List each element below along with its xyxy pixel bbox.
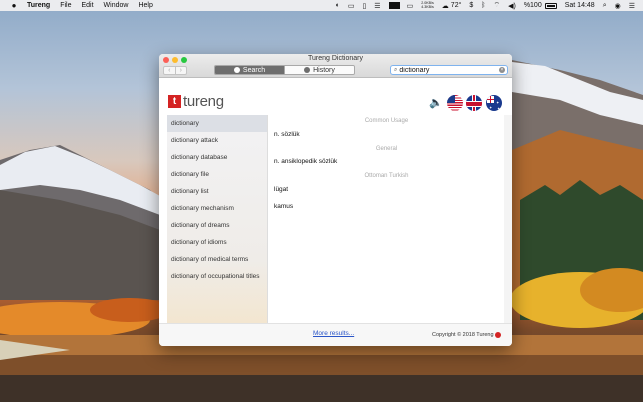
more-results-link[interactable]: More results... (313, 330, 354, 337)
menu-window[interactable]: Window (104, 2, 129, 9)
copyright-text: Copyright © 2018 Tureng (432, 332, 494, 338)
spotlight-icon[interactable]: ⌕ (603, 2, 607, 10)
search-icon: ⌕ (394, 66, 398, 73)
temperature-text[interactable]: 72° (451, 2, 462, 9)
result-entry[interactable]: kamus (274, 203, 293, 210)
tureng-footer-logo-icon (495, 332, 501, 338)
menu-edit[interactable]: Edit (81, 2, 93, 9)
tab-history-label: History (313, 66, 335, 74)
dark-box-icon[interactable] (388, 2, 400, 9)
contrast-icon[interactable]: ◐ (336, 2, 340, 9)
sidebar-item-dictionary-list[interactable]: dictionary list (167, 183, 267, 200)
battery-percent-text[interactable]: %100 (524, 2, 542, 9)
history-clock-icon (304, 67, 311, 73)
display-icon[interactable]: ▭ (348, 2, 355, 10)
tureng-logo-text: tureng (183, 93, 224, 110)
forward-button[interactable]: › (176, 67, 187, 74)
scroll-gutter (504, 115, 512, 323)
clock-text[interactable]: Sat 14:48 (565, 2, 595, 9)
sidebar-item-dictionary-mechanism[interactable]: dictionary mechanism (167, 200, 267, 217)
tureng-logo-mark: t (168, 95, 181, 108)
result-entry[interactable]: lügat (274, 186, 288, 193)
siri-icon[interactable]: ◉ (615, 2, 621, 10)
network-speed[interactable]: 2.0KB/s 4.3KB/s (421, 1, 434, 9)
suggestions-sidebar: dictionary dictionary attack dictionary … (167, 115, 267, 323)
clear-search-icon[interactable]: × (499, 67, 505, 73)
window-title: Tureng Dictionary (308, 55, 363, 62)
category-common-usage: Common Usage (364, 118, 409, 124)
volume-icon[interactable]: ◀) (508, 2, 516, 10)
sidebar-item-dictionary-of-idioms[interactable]: dictionary of idioms (167, 234, 267, 251)
sidebar-item-dictionary-attack[interactable]: dictionary attack (167, 132, 267, 149)
tab-search-label: Search (242, 66, 266, 74)
wifi-icon[interactable]: ⌔ (494, 1, 501, 10)
notification-center-icon[interactable]: ☰ (629, 2, 635, 10)
dictionary-header: t tureng 🔈 ✦ ✦ ✦ (159, 79, 512, 115)
battery-small-icon[interactable]: ▭ (407, 2, 414, 10)
result-entry[interactable]: n. sözlük (274, 131, 300, 138)
nav-buttons: ‹ › (163, 66, 187, 75)
sidebar-item-dictionary-file[interactable]: dictionary file (167, 166, 267, 183)
bluetooth-icon[interactable]: ᛒ (481, 2, 485, 9)
apple-icon[interactable]: ● (10, 1, 18, 10)
search-tab-icon (233, 67, 240, 73)
australia-flag-icon[interactable]: ✦ ✦ ✦ (486, 95, 502, 111)
speaker-icon[interactable]: 🔈 (429, 96, 443, 109)
menu-bar: ● Tureng File Edit Window Help ◐ ▭ ▯ ☰ ▭… (0, 0, 643, 11)
tab-history[interactable]: History (284, 66, 354, 74)
tureng-logo: t tureng (168, 93, 224, 110)
currency-icon[interactable]: $ (469, 2, 473, 9)
window-titlebar[interactable]: Tureng Dictionary ‹ › Search History ⌕ × (159, 54, 512, 78)
us-flag-icon[interactable] (447, 95, 463, 111)
weather-icon[interactable]: ☁ (442, 2, 449, 10)
menu-file[interactable]: File (60, 2, 71, 9)
sidebar-item-dictionary-of-occupational-titles[interactable]: dictionary of occupational titles (167, 268, 267, 285)
menu-help[interactable]: Help (138, 2, 152, 9)
phone-icon[interactable]: ▯ (362, 2, 366, 10)
results-panel: Common Usage n. sözlük General n. ansikl… (267, 115, 504, 323)
result-entry[interactable]: n. ansiklopedik sözlük (274, 158, 337, 165)
sidebar-item-dictionary-of-medical-terms[interactable]: dictionary of medical terms (167, 251, 267, 268)
menu-app-name[interactable]: Tureng (27, 2, 50, 9)
window-footer: More results... Copyright © 2018 Tureng (159, 323, 512, 346)
back-button[interactable]: ‹ (164, 67, 176, 74)
net-down-text: 4.3KB/s (421, 4, 434, 9)
sidebar-item-dictionary[interactable]: dictionary (167, 115, 267, 132)
view-segmented-control: Search History (214, 65, 355, 75)
category-general: General (375, 146, 398, 152)
status-area: ◐ ▭ ▯ ☰ ▭ 2.0KB/s 4.3KB/s ☁ 72° $ ᛒ ⌔ ◀)… (336, 0, 643, 11)
search-field: ⌕ × (390, 65, 508, 75)
uk-flag-icon[interactable] (466, 95, 482, 111)
tureng-window: Tureng Dictionary ‹ › Search History ⌕ ×… (159, 54, 512, 346)
category-ottoman-turkish: Ottoman Turkish (364, 173, 409, 179)
sidebar-item-dictionary-of-dreams[interactable]: dictionary of dreams (167, 217, 267, 234)
list-icon[interactable]: ☰ (374, 2, 380, 10)
search-input[interactable] (399, 66, 492, 74)
sidebar-item-dictionary-database[interactable]: dictionary database (167, 149, 267, 166)
battery-icon[interactable] (544, 2, 557, 9)
tab-search[interactable]: Search (215, 66, 284, 74)
